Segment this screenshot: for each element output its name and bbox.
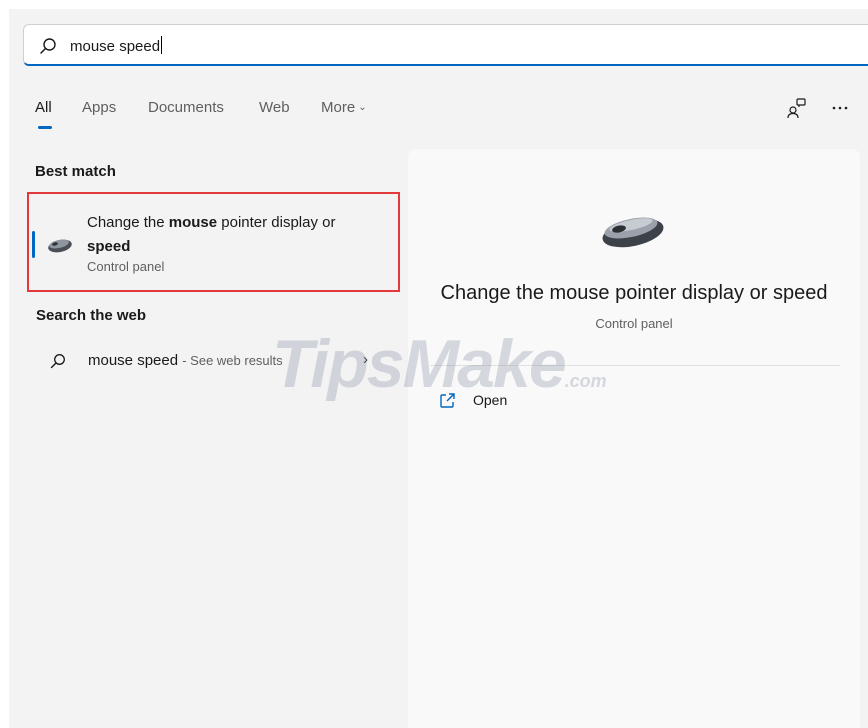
active-tab-indicator: [38, 126, 52, 129]
chevron-right-icon: ›: [363, 351, 368, 368]
title-text-2: pointer display or: [217, 214, 336, 231]
best-match-heading: Best match: [35, 163, 116, 180]
tab-all[interactable]: All: [35, 99, 52, 116]
web-result-text: mouse speed - See web results: [88, 352, 283, 369]
share-people-icon[interactable]: [786, 97, 808, 119]
best-match-title: Change the mouse pointer display or spee…: [87, 211, 337, 259]
open-external-icon: [440, 393, 455, 408]
more-options-icon[interactable]: [829, 97, 851, 119]
best-match-result[interactable]: Change the mouse pointer display or spee…: [27, 192, 400, 292]
title-bold-1: mouse: [168, 214, 218, 231]
tab-more[interactable]: More ⌄: [321, 99, 367, 116]
search-icon: [50, 354, 65, 369]
title-text-1: Change the: [87, 214, 169, 231]
web-search-result[interactable]: mouse speed - See web results ›: [35, 345, 395, 377]
selection-accent: [32, 231, 35, 258]
web-query: mouse speed: [88, 352, 179, 369]
mouse-icon: [602, 217, 664, 248]
divider: [430, 365, 840, 366]
detail-pane: Change the mouse pointer display or spee…: [408, 149, 860, 728]
chevron-down-icon: ⌄: [358, 102, 367, 113]
best-match-subtitle: Control panel: [87, 259, 165, 274]
search-input[interactable]: mouse speed: [23, 24, 868, 66]
detail-subtitle: Control panel: [595, 316, 673, 331]
open-label: Open: [473, 392, 508, 408]
text-caret: [161, 36, 163, 54]
tab-apps[interactable]: Apps: [82, 99, 116, 116]
tab-web[interactable]: Web: [259, 99, 290, 116]
search-query-text: mouse speed: [70, 36, 163, 55]
title-bold-2: speed: [87, 238, 131, 255]
search-web-heading: Search the web: [36, 307, 147, 324]
tab-more-label: More: [321, 99, 356, 116]
tab-documents[interactable]: Documents: [148, 99, 224, 116]
detail-title: Change the mouse pointer display or spee…: [440, 282, 828, 304]
search-icon: [40, 38, 56, 54]
web-hint: - See web results: [182, 353, 283, 368]
mouse-icon: [48, 239, 72, 253]
